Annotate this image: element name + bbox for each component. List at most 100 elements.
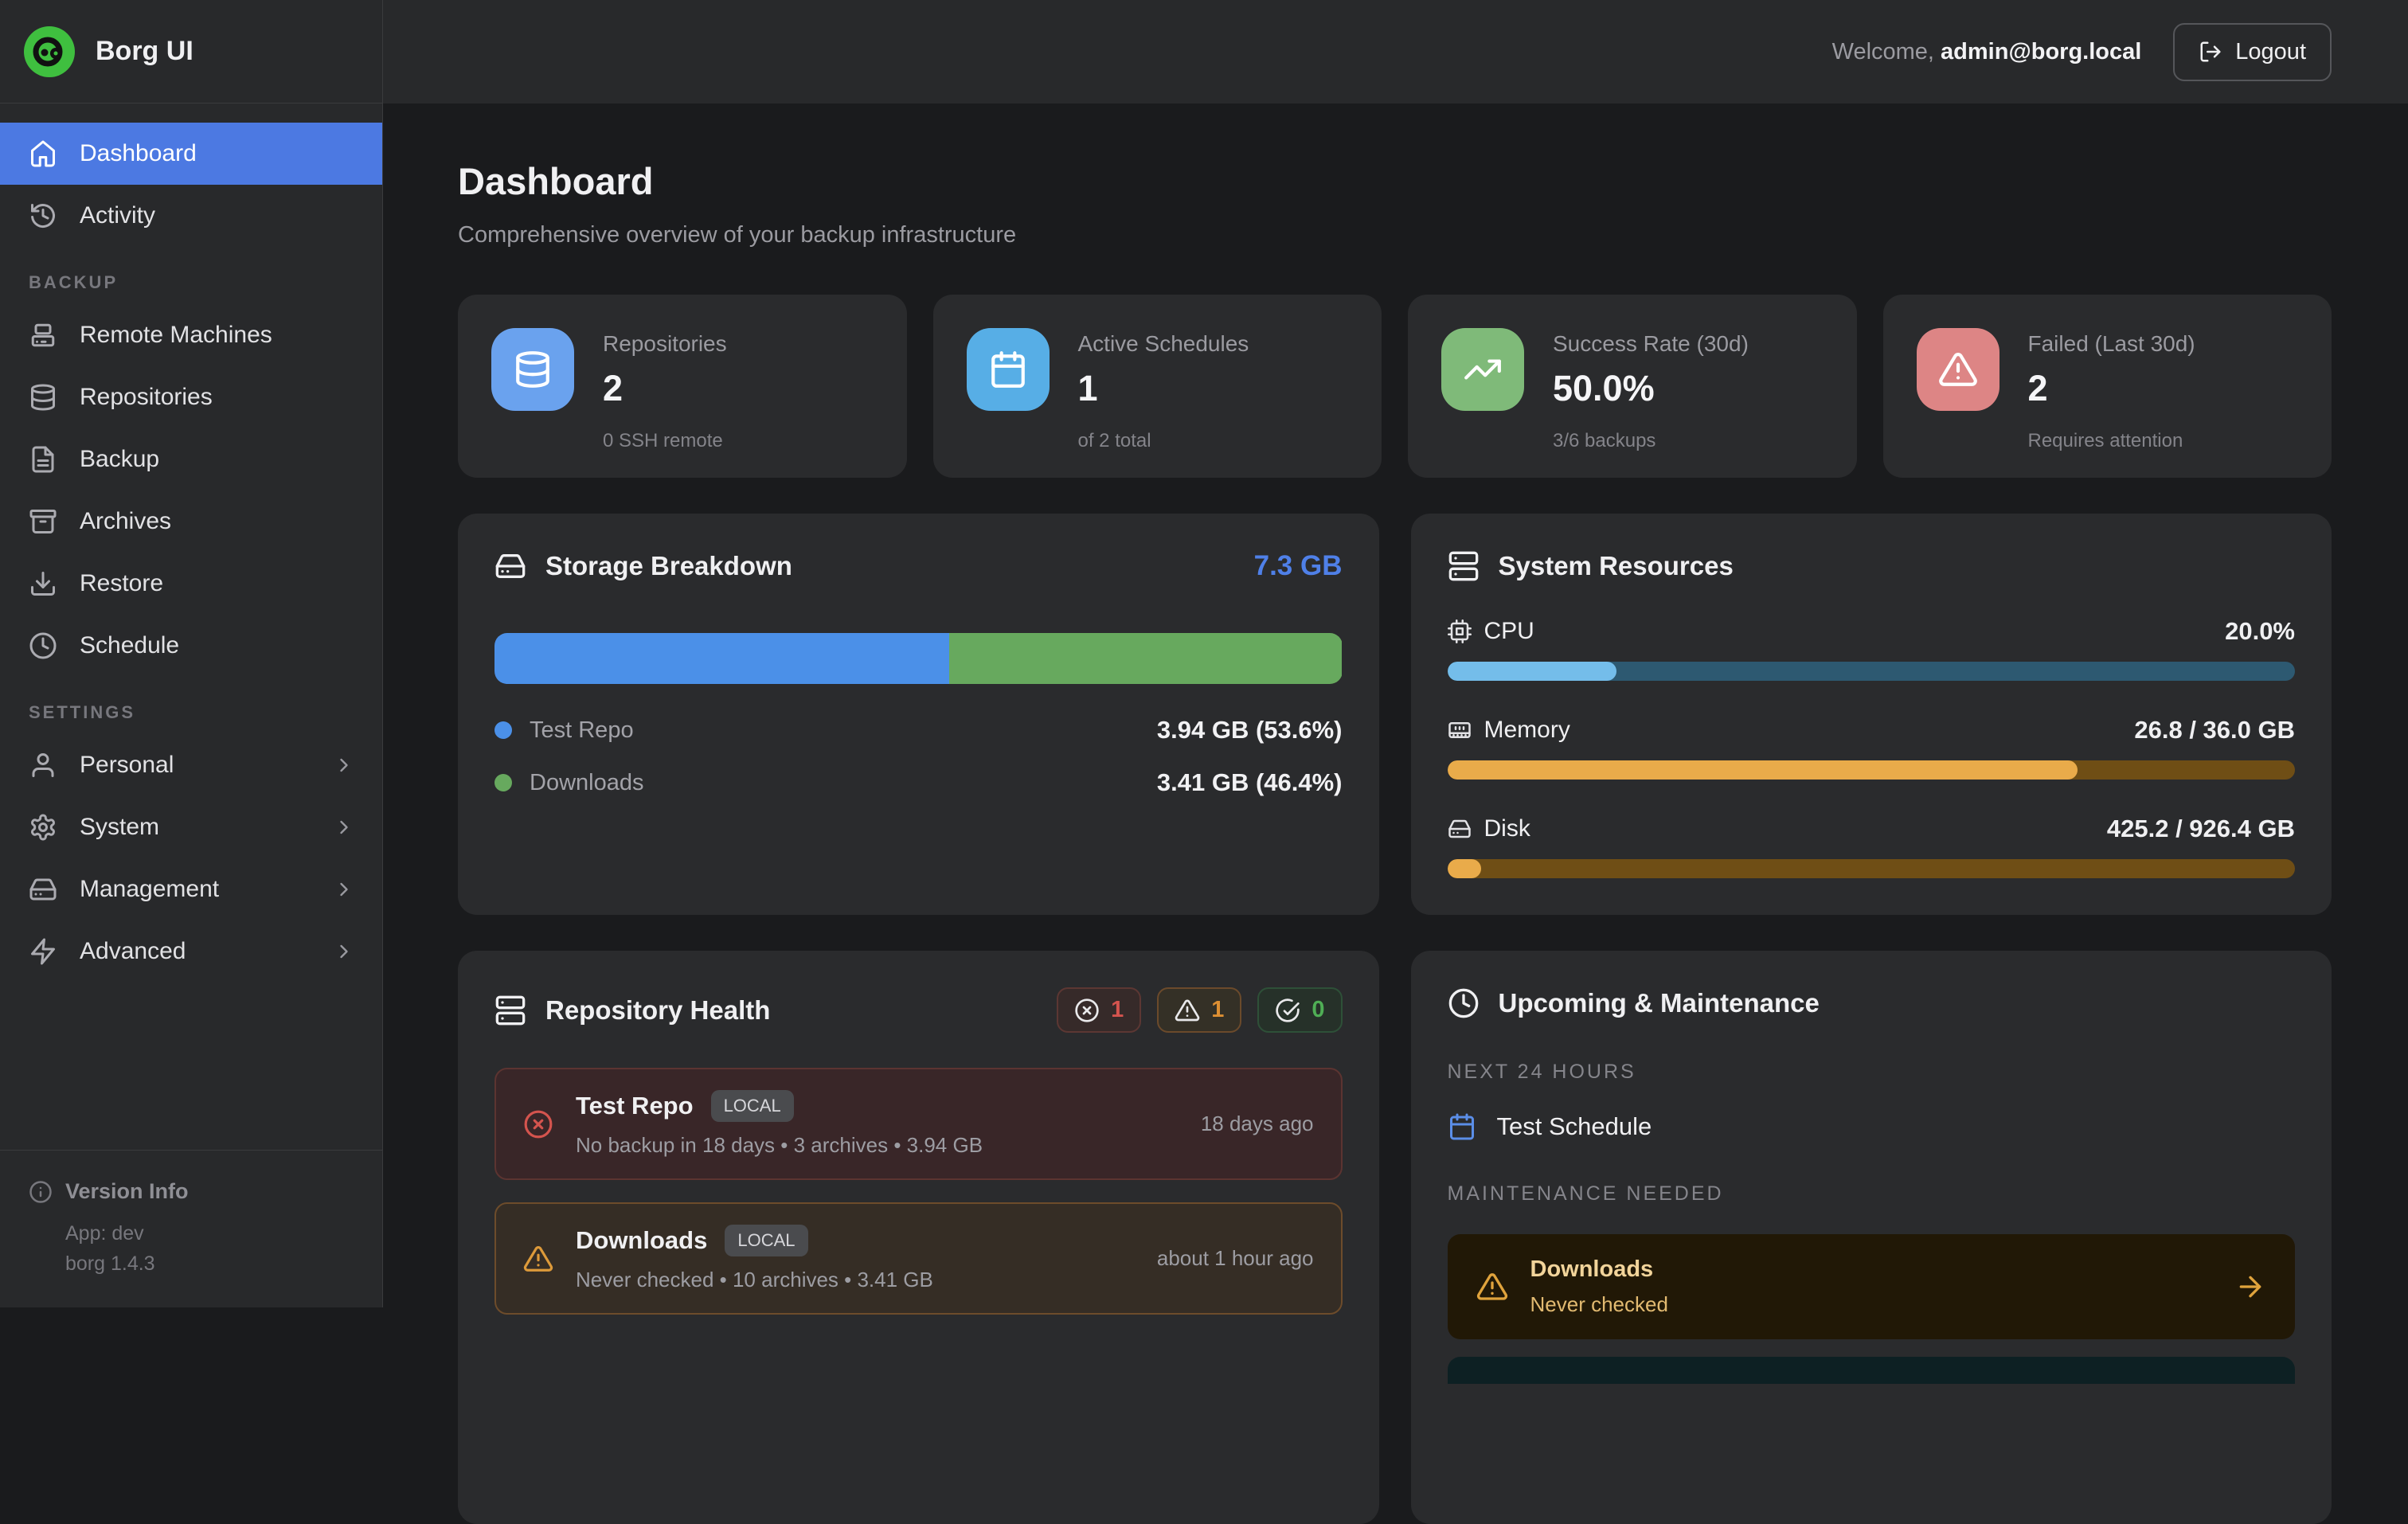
- stat-icon-tile: [967, 328, 1050, 411]
- sidebar-item-advanced[interactable]: Advanced: [0, 920, 382, 983]
- stat-sub: 3/6 backups: [1553, 430, 1749, 452]
- resource-value: 26.8 / 36.0 GB: [2134, 716, 2295, 744]
- info-icon: [29, 1180, 53, 1204]
- maintenance-item-downloads[interactable]: Downloads Never checked: [1448, 1234, 2296, 1339]
- chevron-right-icon: [330, 816, 358, 838]
- stat-value: 1: [1078, 368, 1249, 409]
- sidebar-item-label: Personal: [80, 752, 174, 779]
- resource-name: CPU: [1484, 618, 1534, 645]
- calendar-icon: [1448, 1112, 1476, 1141]
- stat-cards-row: Repositories 2 0 SSH remote Active Sched…: [458, 295, 2332, 478]
- stat-icon-tile: [1917, 328, 2000, 411]
- next-maintenance-item-partial: [1448, 1357, 2296, 1384]
- sidebar-item-repositories[interactable]: Repositories: [0, 366, 382, 428]
- resource-value: 425.2 / 926.4 GB: [2107, 815, 2295, 843]
- maintenance-desc: Never checked: [1530, 1292, 1668, 1317]
- local-tag: LOCAL: [725, 1225, 807, 1256]
- legend-value: 3.94 GB (53.6%): [1157, 716, 1343, 744]
- repo-desc: Never checked • 10 archives • 3.41 GB: [576, 1268, 933, 1292]
- version-borg-line: borg 1.4.3: [65, 1249, 354, 1279]
- health-row-downloads[interactable]: Downloads LOCAL Never checked • 10 archi…: [494, 1202, 1343, 1315]
- repo-desc: No backup in 18 days • 3 archives • 3.94…: [576, 1133, 983, 1158]
- schedule-item-test-schedule[interactable]: Test Schedule: [1448, 1112, 2296, 1141]
- alert-triangle-icon: [1938, 350, 1978, 389]
- sidebar-item-management[interactable]: Management: [0, 858, 382, 920]
- app-title: Borg UI: [96, 36, 194, 67]
- sidebar-item-dashboard[interactable]: Dashboard: [0, 123, 382, 185]
- logout-button[interactable]: Logout: [2173, 23, 2332, 81]
- sidebar-item-label: Restore: [80, 570, 163, 597]
- file-text-icon: [29, 445, 57, 474]
- stat-value: 50.0%: [1553, 368, 1749, 409]
- sidebar-item-activity[interactable]: Activity: [0, 185, 382, 247]
- sidebar: Borg UI Dashboard Activity BACKUP Remote…: [0, 0, 383, 1307]
- sidebar-item-personal[interactable]: Personal: [0, 734, 382, 796]
- sidebar-item-schedule[interactable]: Schedule: [0, 615, 382, 677]
- arrow-right-icon: [2234, 1271, 2266, 1303]
- chevron-right-icon: [330, 940, 358, 963]
- sidebar-nav: Dashboard Activity BACKUP Remote Machine…: [0, 104, 382, 983]
- x-circle-icon: [1074, 998, 1100, 1023]
- health-row-test-repo[interactable]: Test Repo LOCAL No backup in 18 days • 3…: [494, 1068, 1343, 1180]
- stat-icon-tile: [1441, 328, 1524, 411]
- disk-progress-fill: [1448, 859, 1482, 878]
- middle-row: Storage Breakdown 7.3 GB Test Repo 3.94 …: [458, 514, 2332, 915]
- stat-label: Repositories: [603, 331, 727, 357]
- logged-in-user: admin@borg.local: [1941, 39, 2141, 64]
- warning-count-badge: 1: [1157, 987, 1241, 1033]
- repo-name: Test Repo: [576, 1092, 694, 1120]
- hard-drive-icon: [494, 550, 526, 582]
- archive-icon: [29, 507, 57, 536]
- alert-triangle-icon: [1175, 998, 1200, 1023]
- sidebar-section-settings: SETTINGS: [29, 702, 382, 723]
- badge-count: 1: [1211, 997, 1224, 1023]
- alert-triangle-icon: [1476, 1271, 1508, 1303]
- sidebar-section-backup: BACKUP: [29, 272, 382, 293]
- sidebar-item-archives[interactable]: Archives: [0, 490, 382, 553]
- sidebar-item-label: Dashboard: [80, 140, 197, 167]
- legend-row: Test Repo 3.94 GB (53.6%): [494, 716, 1343, 744]
- version-info: Version Info App: dev borg 1.4.3: [0, 1150, 382, 1307]
- ok-count-badge: 0: [1257, 987, 1342, 1033]
- sidebar-item-label: Archives: [80, 508, 171, 535]
- user-icon: [29, 751, 57, 780]
- history-icon: [29, 201, 57, 230]
- borg-logo-icon: [24, 26, 75, 77]
- sidebar-item-label: Activity: [80, 202, 155, 229]
- stat-sub: Requires attention: [2028, 430, 2195, 452]
- resource-value: 20.0%: [2225, 617, 2295, 646]
- sidebar-item-system[interactable]: System: [0, 796, 382, 858]
- logout-icon: [2199, 40, 2222, 64]
- sidebar-item-backup[interactable]: Backup: [0, 428, 382, 490]
- database-icon: [29, 383, 57, 412]
- storage-breakdown-card: Storage Breakdown 7.3 GB Test Repo 3.94 …: [458, 514, 1379, 915]
- sidebar-item-label: Management: [80, 876, 219, 903]
- stat-label: Active Schedules: [1078, 331, 1249, 357]
- version-title: Version Info: [65, 1179, 189, 1204]
- cpu-progress-fill: [1448, 662, 1617, 681]
- app-logo-row: Borg UI: [0, 0, 382, 104]
- resource-row-disk: Disk 425.2 / 926.4 GB: [1448, 815, 2296, 878]
- repo-name: Downloads: [576, 1226, 707, 1255]
- card-title: Storage Breakdown: [545, 551, 792, 581]
- server-icon: [1448, 550, 1480, 582]
- computer-icon: [29, 321, 57, 350]
- stat-value: 2: [603, 368, 727, 409]
- page-subtitle: Comprehensive overview of your backup in…: [458, 222, 2332, 248]
- sidebar-item-restore[interactable]: Restore: [0, 553, 382, 615]
- stat-sub: 0 SSH remote: [603, 430, 727, 452]
- card-title: Repository Health: [545, 995, 770, 1026]
- clock-icon: [29, 631, 57, 660]
- storage-segment-test-repo: [494, 633, 949, 684]
- stat-card-active-schedules: Active Schedules 1 of 2 total: [933, 295, 1382, 478]
- welcome-prefix: Welcome,: [1832, 39, 1934, 64]
- repo-time: 18 days ago: [1201, 1112, 1314, 1136]
- legend-name: Downloads: [530, 770, 643, 796]
- cpu-icon: [1448, 619, 1472, 643]
- database-icon: [513, 350, 553, 389]
- sidebar-item-remote-machines[interactable]: Remote Machines: [0, 304, 382, 366]
- badge-count: 0: [1312, 997, 1324, 1023]
- home-icon: [29, 139, 57, 168]
- chevron-right-icon: [330, 754, 358, 776]
- sidebar-item-label: Advanced: [80, 938, 186, 965]
